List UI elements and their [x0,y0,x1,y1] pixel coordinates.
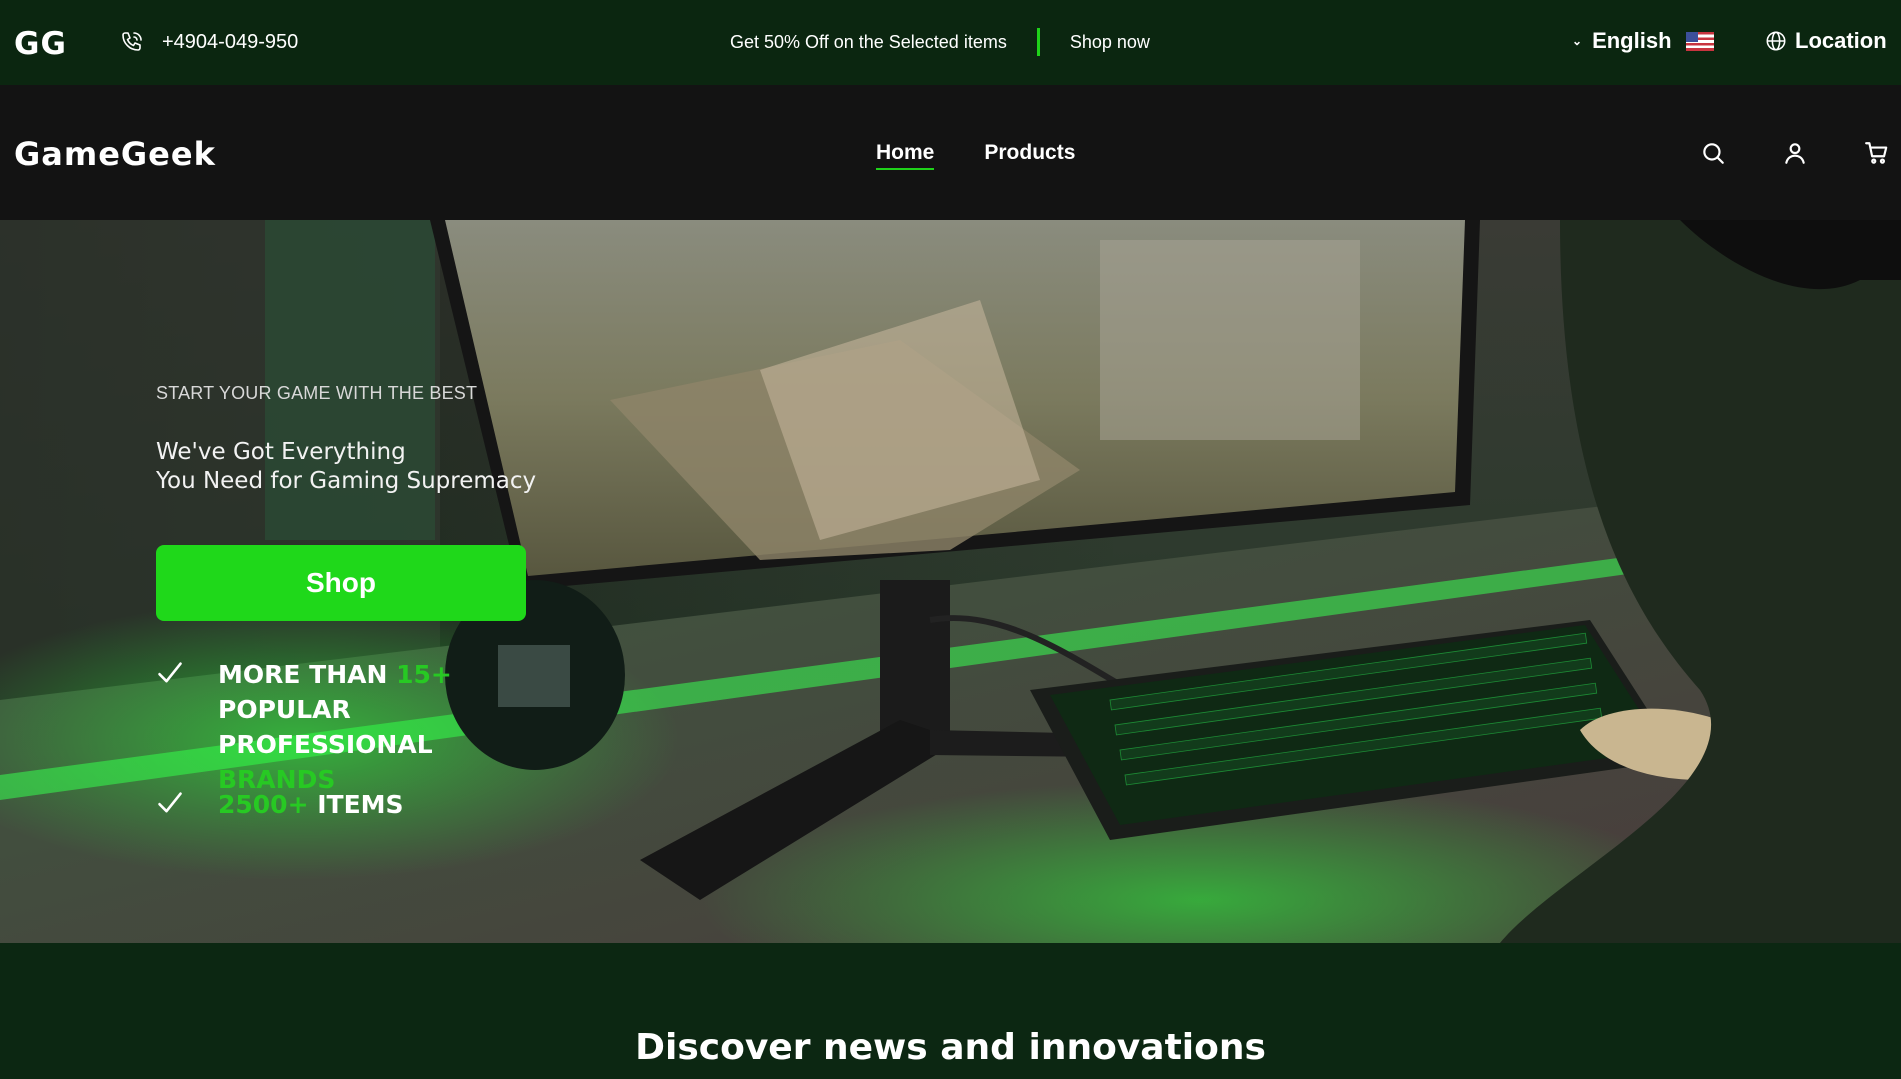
hero-headline-line1: We've Got Everything [156,439,406,465]
feature-items-count: 2500+ [218,790,309,819]
hero-kicker: START YOUR GAME WITH THE BEST [156,383,478,403]
main-menu: Home Products [876,141,1075,170]
shop-now-link[interactable]: Shop now [1070,32,1150,53]
feature-items-text: 2500+ ITEMS [218,787,558,822]
nav-actions [1700,140,1890,166]
brand-logo[interactable]: GameGeek [14,135,216,173]
hero-banner: START YOUR GAME WITH THE BEST We've Got … [0,220,1901,943]
small-logo[interactable]: GG [14,26,67,62]
check-icon [158,792,182,813]
search-icon[interactable] [1700,140,1726,166]
feature-brands-middle: POPULAR PROFESSIONAL [218,695,433,759]
top-bar: GG +4904-049-950 Get 50% Off on the Sele… [0,0,1901,85]
feature-brands-count: 15+ [396,660,452,689]
us-flag-icon [1685,31,1714,51]
cart-icon[interactable] [1864,140,1890,166]
hero-headline: We've Got Everything You Need for Gaming… [156,438,536,496]
phone-icon [122,32,142,51]
nav-products[interactable]: Products [984,141,1075,170]
nav-home[interactable]: Home [876,141,935,170]
phone-number: +4904-049-950 [162,30,299,53]
shop-button[interactable]: Shop [156,545,526,621]
promo-divider [1036,28,1040,56]
hero-headline-line2: You Need for Gaming Supremacy [156,468,537,494]
feature-items: 2500+ ITEMS [156,787,558,822]
chevron-down-icon: ⌄ [1572,34,1583,48]
globe-icon [1766,31,1786,51]
feature-brands-text: MORE THAN 15+ POPULAR PROFESSIONAL BRAND… [218,657,558,797]
language-selector[interactable]: ⌄ English [1572,28,1714,54]
location-label: Location [1795,28,1887,53]
promo-text: Get 50% Off on the Selected items [730,31,1007,52]
language-label: English [1592,28,1672,53]
check-icon [158,662,182,683]
user-icon[interactable] [1782,140,1808,166]
feature-brands: MORE THAN 15+ POPULAR PROFESSIONAL BRAND… [156,657,558,797]
main-navbar: GameGeek Home Products [0,85,1901,220]
feature-brands-prefix: MORE THAN [218,660,397,689]
location-selector[interactable]: Location [1765,28,1887,54]
section-title: Discover news and innovations [635,1027,1266,1068]
phone-contact[interactable]: +4904-049-950 [120,30,298,54]
promo-banner: Get 50% Off on the Selected items Shop n… [730,28,1150,56]
feature-items-suffix: ITEMS [308,790,404,819]
